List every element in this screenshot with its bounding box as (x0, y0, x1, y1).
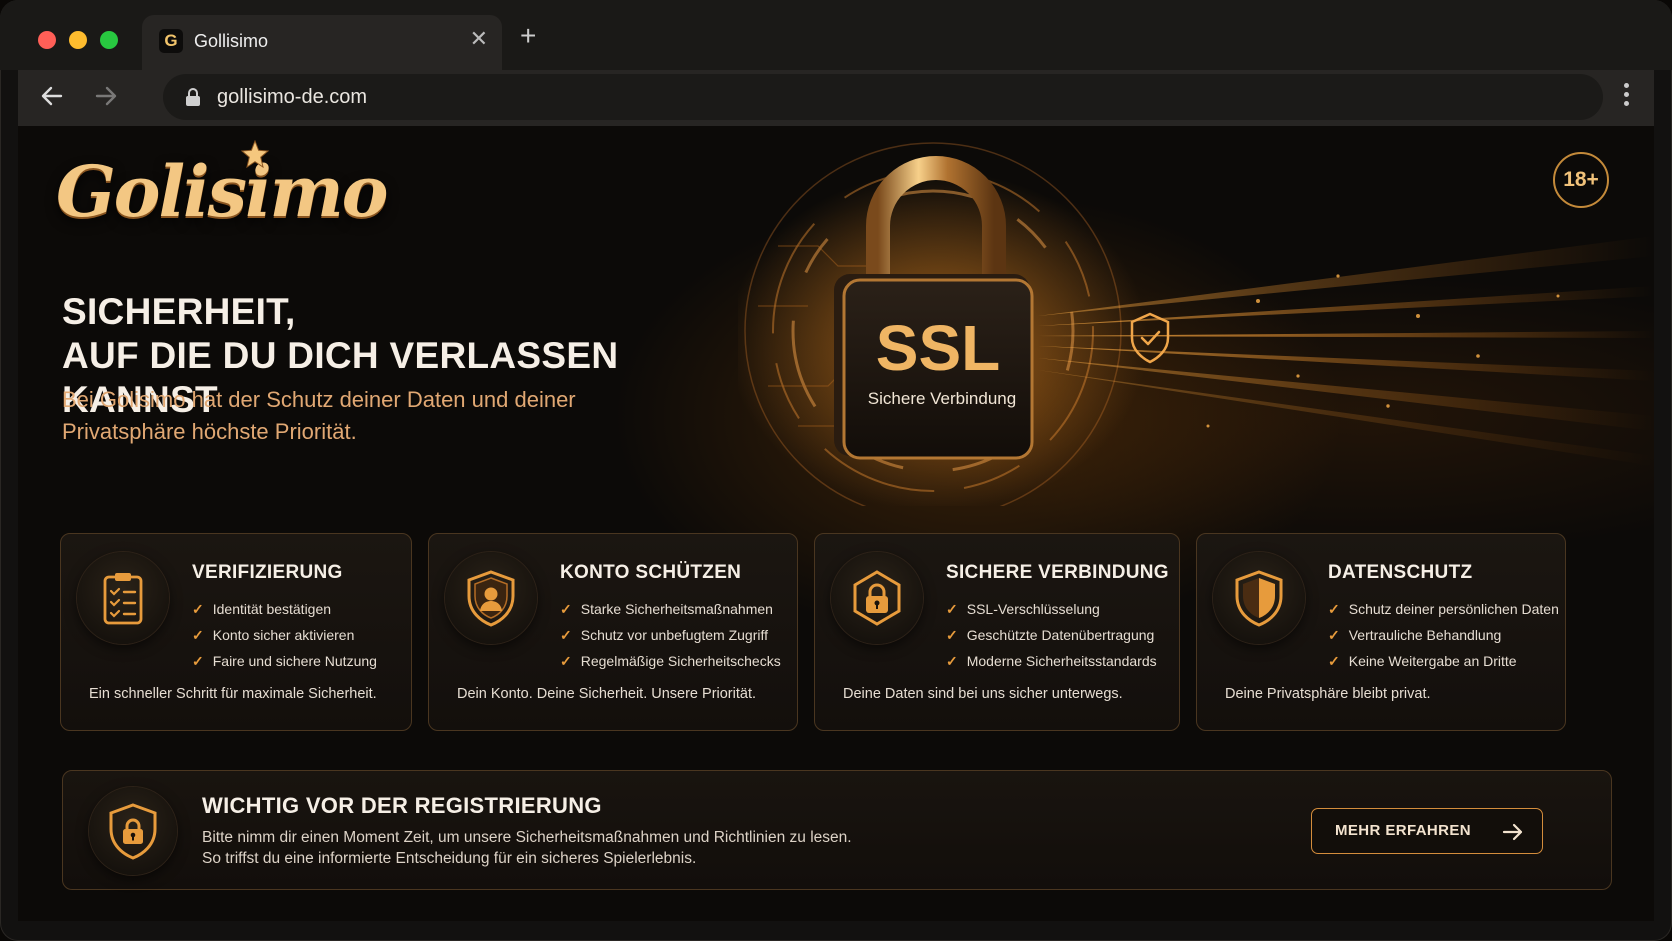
check-icon: ✓ (192, 653, 204, 669)
tab-title: Gollisimo (194, 31, 269, 51)
browser-toolbar: gollisimo-de.com (18, 70, 1654, 126)
notice-text: Bitte nimm dir einen Moment Zeit, um uns… (202, 827, 1102, 869)
card-feature-list: ✓ Identität bestätigen ✓ Konto sicher akti… (192, 596, 377, 674)
shield-icon (1235, 570, 1283, 627)
list-item: ✓ Faire und sichere Nutzung (192, 653, 377, 669)
list-item: ✓ Konto sicher aktivieren (192, 627, 355, 643)
url-text: gollisimo-de.com (217, 86, 368, 108)
golisimo-logo[interactable]: Golisimo (56, 150, 388, 233)
check-icon: ✓ (560, 627, 572, 643)
star-icon (240, 140, 270, 169)
card-title: KONTO SCHÜTZEN (560, 562, 742, 583)
card-icon-container (445, 552, 537, 644)
notice-line2: So triffst du eine informierte Entscheid… (202, 850, 697, 867)
hexagon-lock-icon (853, 570, 901, 626)
tab-bar: G Gollisimo ✕ + (0, 0, 1672, 70)
close-icon[interactable]: ✕ (470, 26, 488, 52)
hero-subtext: Bei Golisimo hat der Schutz deiner Daten… (62, 387, 576, 444)
list-item: ✓ Starke Sicherheitsmaßnahmen (560, 601, 773, 617)
back-arrow-icon[interactable] (36, 80, 68, 112)
registration-notice: WICHTIG VOR DER REGISTRIERUNG Bitte nimm… (62, 770, 1612, 890)
card-footer-text: Deine Daten sind bei uns sicher unterweg… (843, 686, 1123, 702)
list-item: ✓ Identität bestätigen (192, 601, 332, 617)
list-item: ✓ Regelmäßige Sicherheitschecks (560, 653, 781, 669)
card-footer-text: Dein Konto. Deine Sicherheit. Unsere Pri… (457, 686, 757, 702)
ssl-padlock-illustration: SSL Sichere Verbindung (738, 142, 1654, 506)
card-footer-text: Deine Privatsphäre bleibt privat. (1225, 686, 1431, 702)
page-content: Golisimo 18+ SICHERHEIT, AUF DIE DU DICH… (18, 126, 1654, 921)
arrow-right-icon (1502, 823, 1523, 841)
check-icon: ✓ (946, 601, 958, 617)
padlock-label: SSL (876, 312, 1000, 384)
browser-window: G Gollisimo ✕ + gollisimo-de.com Golisim… (0, 0, 1672, 941)
notice-line1: Bitte nimm dir einen Moment Zeit, um uns… (202, 829, 852, 846)
check-icon: ✓ (1328, 627, 1340, 643)
minimize-window-button[interactable] (69, 31, 87, 49)
card-icon-container (1213, 552, 1305, 644)
check-icon: ✓ (946, 627, 958, 643)
card-icon-container (77, 552, 169, 644)
card-footer-text: Ein schneller Schritt für maximale Siche… (89, 686, 377, 702)
list-item: ✓ Moderne Sicherheitsstandards (946, 653, 1157, 669)
card-feature-list: ✓ Starke Sicherheitsmaßnahmen ✓ Schutz vor… (560, 596, 781, 674)
close-window-button[interactable] (38, 31, 56, 49)
browser-tab[interactable]: G Gollisimo ✕ (142, 15, 502, 70)
check-icon: ✓ (560, 601, 572, 617)
mehr-erfahren-button[interactable]: MEHR ERFAHREN (1311, 808, 1543, 854)
list-item: ✓ Vertrauliche Behandlung (1328, 627, 1502, 643)
notice-icon-container (89, 787, 177, 875)
card-verifizierung: VERIFIZIERUNG ✓ Identität bestätigen ✓ Kon… (60, 533, 412, 731)
kebab-menu-icon[interactable] (1624, 83, 1630, 109)
address-bar[interactable]: gollisimo-de.com (163, 74, 1603, 120)
check-icon: ✓ (1328, 601, 1340, 617)
card-feature-list: ✓ SSL-Verschlüsselung ✓ Geschützte Datenüb… (946, 596, 1157, 674)
list-item: ✓ Geschützte Datenübertragung (946, 627, 1155, 643)
plus-icon[interactable]: + (520, 20, 536, 52)
card-title: SICHERE VERBINDUNG (946, 562, 1169, 583)
list-item: ✓ Keine Weitergabe an Dritte (1328, 653, 1517, 669)
forward-arrow-icon[interactable] (90, 80, 122, 112)
card-sichere-verbindung: SICHERE VERBINDUNG ✓ SSL-Verschlüsselung … (814, 533, 1180, 731)
card-konto-schuetzen: KONTO SCHÜTZEN ✓ Starke Sicherheitsmaßnah… (428, 533, 798, 731)
shield-lock-icon (109, 803, 157, 860)
button-label: MEHR ERFAHREN (1335, 822, 1472, 839)
shield-user-icon (467, 570, 515, 627)
clipboard-checklist-icon (103, 573, 143, 625)
check-icon: ✓ (192, 601, 204, 617)
list-item: ✓ Schutz deiner persönlichen Daten (1328, 601, 1559, 617)
light-beams (1038, 236, 1654, 466)
headline-line1: SICHERHEIT, (62, 291, 296, 332)
list-item: ✓ SSL-Verschlüsselung (946, 601, 1100, 617)
card-feature-list: ✓ Schutz deiner persönlichen Daten ✓ Vertr… (1328, 596, 1559, 674)
card-title: VERIFIZIERUNG (192, 562, 343, 583)
card-datenschutz: DATENSCHUTZ ✓ Schutz deiner persönlichen … (1196, 533, 1566, 731)
favicon: G (159, 29, 183, 53)
check-icon: ✓ (946, 653, 958, 669)
list-item: ✓ Schutz vor unbefugtem Zugriff (560, 627, 769, 643)
card-title: DATENSCHUTZ (1328, 562, 1473, 583)
card-icon-container (831, 552, 923, 644)
check-icon: ✓ (560, 653, 572, 669)
lock-icon (186, 88, 200, 106)
check-icon: ✓ (1328, 653, 1340, 669)
padlock-caption: Sichere Verbindung (868, 389, 1016, 408)
check-icon: ✓ (192, 627, 204, 643)
notice-title: WICHTIG VOR DER REGISTRIERUNG (202, 793, 602, 818)
maximize-window-button[interactable] (100, 31, 118, 49)
